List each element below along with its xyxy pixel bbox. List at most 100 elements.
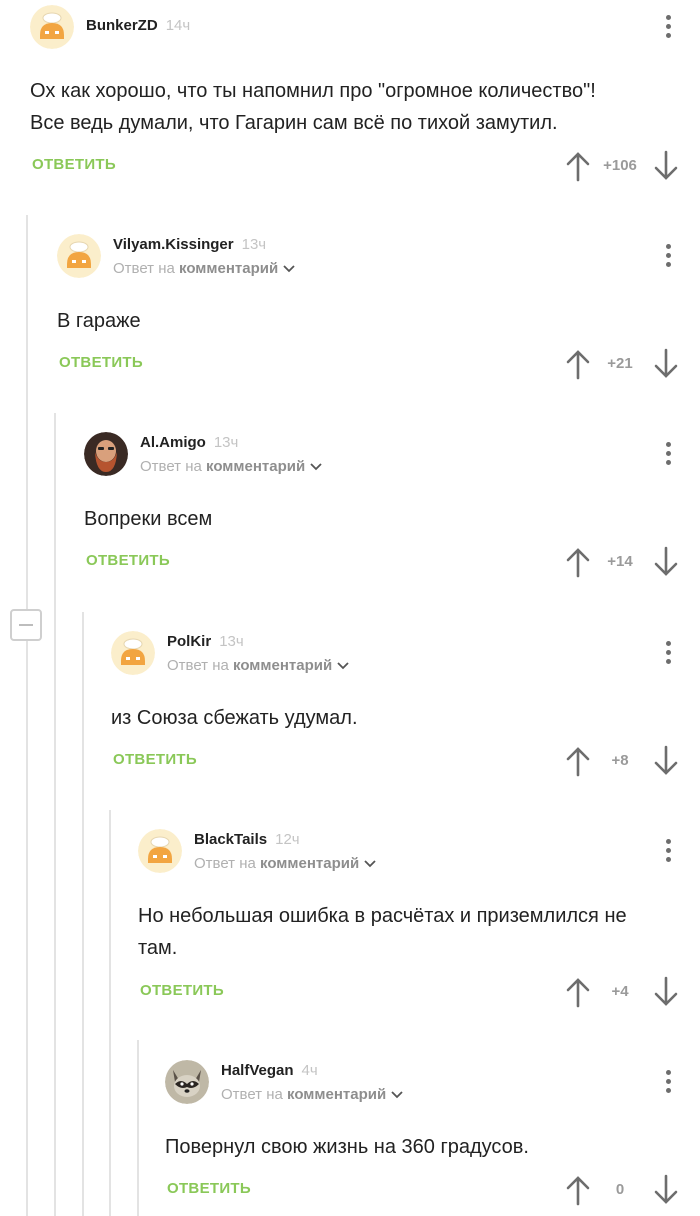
comment-text-line: Но небольшая ошибка в расчётах и приземл…: [138, 905, 627, 927]
comment-text-line: Вопреки всем: [84, 508, 213, 530]
reply-target[interactable]: комментарий: [287, 1086, 386, 1103]
username-text[interactable]: Vilyam.Kissinger: [113, 236, 234, 253]
bun-avatar-icon: [30, 5, 74, 49]
chevron-down-icon[interactable]: [336, 661, 350, 671]
chevron-down-icon[interactable]: [282, 264, 296, 274]
comment-blacktails: BlackTails 12ч Ответ на комментарий Но не…: [138, 827, 700, 1027]
timestamp: 13ч: [213, 434, 239, 451]
downvote-arrow-icon[interactable]: [652, 1174, 680, 1206]
comment-menu-button[interactable]: [656, 835, 680, 867]
chevron-down-icon[interactable]: [309, 462, 323, 472]
comment-text: Вопреки всем: [84, 503, 666, 535]
reply-prefix: Ответ на: [140, 458, 202, 475]
reply-button[interactable]: ОТВЕТИТЬ: [59, 354, 143, 371]
thread-line-5: [137, 1040, 139, 1216]
rating-score: +14: [607, 553, 633, 570]
reply-target[interactable]: комментарий: [260, 855, 359, 872]
downvote-arrow-icon[interactable]: [652, 150, 680, 182]
comment-vilyam-kissinger: Vilyam.Kissinger 13ч Ответ на комментарий…: [57, 232, 700, 392]
username[interactable]: Vilyam.Kissinger 13ч: [113, 236, 266, 253]
comment-text-line: Ох как хорошо, что ты напомнил про "огро…: [30, 80, 596, 102]
comment-al-amigo: Al.Amigo 13ч Ответ на комментарий Вопреки…: [84, 430, 700, 590]
bun-avatar-icon: [111, 631, 155, 675]
collapse-thread-button[interactable]: [10, 609, 42, 641]
reply-prefix: Ответ на: [113, 260, 175, 277]
username-text[interactable]: BlackTails: [194, 831, 267, 848]
comment-text: Повернул свою жизнь на 360 градусов.: [165, 1131, 666, 1163]
thread-line-4: [109, 810, 111, 1216]
username-text[interactable]: PolKir: [167, 633, 211, 650]
rating-score: +4: [611, 983, 629, 1000]
reply-to-link[interactable]: Ответ на комментарий: [194, 855, 377, 872]
reply-to-link[interactable]: Ответ на комментарий: [140, 458, 323, 475]
comment-text-line: В гараже: [57, 310, 141, 332]
thread-line-1b: [26, 641, 28, 1216]
upvote-arrow-icon[interactable]: [564, 1174, 592, 1206]
comment-text-line: из Союза сбежать удумал.: [111, 707, 358, 729]
username-text[interactable]: HalfVegan: [221, 1062, 294, 1079]
reply-target[interactable]: комментарий: [206, 458, 305, 475]
comment-menu-button[interactable]: [656, 438, 680, 470]
rating-score: +106: [603, 157, 637, 174]
timestamp: 13ч: [241, 236, 267, 253]
avatar[interactable]: [111, 631, 155, 675]
bun-avatar-icon: [138, 829, 182, 873]
comment-bunkerzd: BunkerZD 14ч Ох как хорошо, что ты напомн…: [30, 0, 700, 200]
comment-text-line: Все ведь думали, что Гагарин сам всё по …: [30, 112, 558, 134]
username[interactable]: BunkerZD 14ч: [86, 17, 190, 34]
reply-target[interactable]: комментарий: [233, 657, 332, 674]
reply-prefix: Ответ на: [221, 1086, 283, 1103]
comment-menu-button[interactable]: [656, 637, 680, 669]
upvote-arrow-icon[interactable]: [564, 546, 592, 578]
comment-polkir: PolKir 13ч Ответ на комментарий из Союза …: [111, 629, 700, 789]
username[interactable]: Al.Amigo 13ч: [140, 434, 238, 451]
username[interactable]: HalfVegan 4ч: [221, 1062, 318, 1079]
timestamp: 12ч: [275, 831, 300, 848]
rating-score: +21: [607, 355, 633, 372]
avatar[interactable]: [57, 234, 101, 278]
username[interactable]: PolKir 13ч: [167, 633, 244, 650]
reply-to-link[interactable]: Ответ на комментарий: [167, 657, 350, 674]
username-text[interactable]: BunkerZD: [86, 17, 158, 34]
reply-button[interactable]: ОТВЕТИТЬ: [113, 751, 197, 768]
avatar[interactable]: [30, 5, 74, 49]
comment-text: Но небольшая ошибка в расчётах и приземл…: [138, 900, 666, 964]
downvote-arrow-icon[interactable]: [652, 348, 680, 380]
comment-text: из Союза сбежать удумал.: [111, 702, 666, 734]
downvote-arrow-icon[interactable]: [652, 745, 680, 777]
upvote-arrow-icon[interactable]: [564, 745, 592, 777]
comment-text-line: там.: [138, 937, 178, 959]
rating-score: +8: [611, 752, 629, 769]
reply-to-link[interactable]: Ответ на комментарий: [221, 1086, 404, 1103]
avatar[interactable]: [138, 829, 182, 873]
avatar[interactable]: [165, 1060, 209, 1104]
rating-score: 0: [615, 1181, 625, 1198]
chevron-down-icon[interactable]: [390, 1090, 404, 1100]
raccoon-avatar-icon: [165, 1060, 209, 1104]
timestamp: 13ч: [219, 633, 244, 650]
reply-button[interactable]: ОТВЕТИТЬ: [140, 982, 224, 999]
chevron-down-icon[interactable]: [363, 859, 377, 869]
upvote-arrow-icon[interactable]: [564, 348, 592, 380]
upvote-arrow-icon[interactable]: [564, 976, 592, 1008]
reply-button[interactable]: ОТВЕТИТЬ: [86, 552, 170, 569]
reply-to-link[interactable]: Ответ на комментарий: [113, 260, 296, 277]
downvote-arrow-icon[interactable]: [652, 546, 680, 578]
upvote-arrow-icon[interactable]: [564, 150, 592, 182]
username-text[interactable]: Al.Amigo: [140, 434, 206, 451]
reply-target[interactable]: комментарий: [179, 260, 278, 277]
comment-menu-button[interactable]: [656, 240, 680, 272]
reply-button[interactable]: ОТВЕТИТЬ: [32, 156, 116, 173]
comment-menu-button[interactable]: [656, 1066, 680, 1098]
comment-text-line: Повернул свою жизнь на 360 градусов.: [165, 1136, 529, 1158]
timestamp: 4ч: [301, 1062, 318, 1079]
comment-text: В гараже: [57, 305, 666, 337]
avatar[interactable]: [84, 432, 128, 476]
reply-prefix: Ответ на: [167, 657, 229, 674]
comment-menu-button[interactable]: [656, 11, 680, 43]
timestamp: 14ч: [165, 17, 191, 34]
reply-button[interactable]: ОТВЕТИТЬ: [167, 1180, 251, 1197]
comment-halfvegan: HalfVegan 4ч Ответ на комментарий Поверну…: [165, 1058, 700, 1216]
username[interactable]: BlackTails 12ч: [194, 831, 300, 848]
downvote-arrow-icon[interactable]: [652, 976, 680, 1008]
